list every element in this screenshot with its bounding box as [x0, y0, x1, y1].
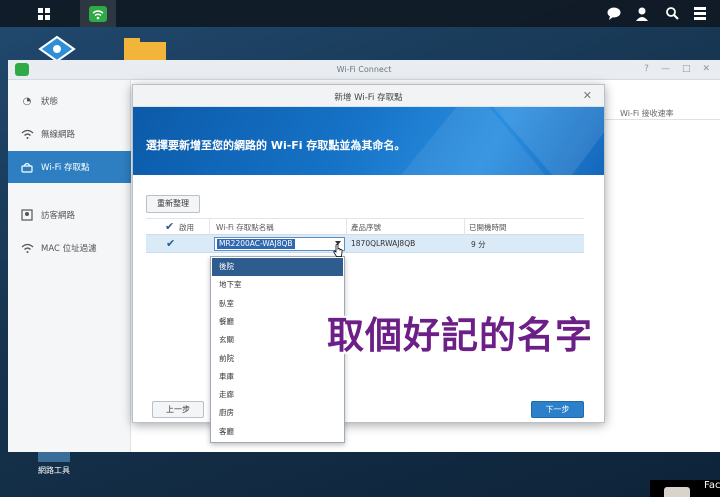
- dialog-titlebar[interactable]: 新增 Wi-Fi 存取點 ✕: [133, 85, 604, 107]
- dropdown-option[interactable]: 車庫: [212, 368, 343, 386]
- dialog-banner: 選擇要新增至您的網路的 Wi-Fi 存取點並為其命名。: [133, 107, 604, 175]
- chat-icon[interactable]: [601, 0, 627, 27]
- mac-filter-icon: [20, 242, 34, 254]
- refresh-button[interactable]: 重新整理: [146, 195, 200, 213]
- column-header-uptime: 已開機時間: [469, 223, 507, 232]
- dropdown-option[interactable]: 後院: [212, 258, 343, 277]
- enable-checkbox[interactable]: ✔: [166, 238, 178, 250]
- add-access-point-dialog: 新增 Wi-Fi 存取點 ✕ 選擇要新增至您的網路的 Wi-Fi 存取點並為其命…: [132, 84, 605, 423]
- column-header-serial: 產品序號: [351, 223, 381, 232]
- dropdown-option[interactable]: 餐廳: [212, 313, 343, 331]
- dropdown-option[interactable]: 前院: [212, 350, 343, 368]
- sidebar: ◔ 狀態 無線網路 Wi-Fi 存取點 訪客網路 MAC 位址過濾: [8, 80, 131, 452]
- dropdown-option[interactable]: 廚房: [212, 404, 343, 422]
- dialog-title: 新增 Wi-Fi 存取點: [334, 93, 403, 103]
- dropdown-option[interactable]: 走廊: [212, 386, 343, 404]
- column-header-name: Wi-Fi 存取點名稱: [216, 223, 274, 232]
- sidebar-item-wireless[interactable]: 無線網路: [8, 118, 131, 150]
- uptime-cell: 9 分: [471, 240, 486, 249]
- sidebar-item-status[interactable]: ◔ 狀態: [8, 85, 131, 117]
- sidebar-item-label: 訪客網路: [41, 211, 76, 221]
- network-tools-desktop-icon[interactable]: 網路工具: [24, 452, 84, 476]
- sidebar-item-label: 狀態: [41, 97, 59, 107]
- network-desktop-icon[interactable]: [34, 35, 80, 63]
- access-point-icon: [20, 161, 34, 173]
- next-button[interactable]: 下一步: [531, 401, 584, 418]
- content-column-header: Wi-Fi 接收速率: [620, 109, 674, 118]
- sidebar-item-guest[interactable]: 訪客網路: [8, 199, 131, 231]
- hand-cursor-icon: [333, 244, 343, 257]
- taskbar: [0, 0, 720, 27]
- minimize-icon[interactable]: —: [661, 64, 670, 74]
- person-thumbnail: [664, 487, 690, 497]
- sidebar-item-label: Wi-Fi 存取點: [41, 163, 90, 173]
- column-header-enable: 啟用: [179, 223, 194, 232]
- previous-button[interactable]: 上一步: [152, 401, 204, 418]
- widgets-icon[interactable]: [687, 0, 713, 27]
- access-point-table: ✔ 啟用 Wi-Fi 存取點名稱 產品序號 已開機時間 ✔ MR2200AC-W…: [146, 218, 584, 253]
- name-dropdown-list: 後院 地下室 臥室 餐廳 玄關 前院 車庫 走廊 廚房 客廳: [210, 256, 345, 443]
- window-title: Wi-Fi Connect: [336, 65, 392, 74]
- table-header: ✔ 啟用 Wi-Fi 存取點名稱 產品序號 已開機時間: [146, 218, 584, 236]
- dropdown-option[interactable]: 地下室: [212, 276, 343, 294]
- select-all-checkbox[interactable]: ✔: [165, 221, 177, 233]
- user-icon[interactable]: [629, 0, 655, 27]
- network-tools-label: 網路工具: [38, 466, 70, 475]
- access-point-name-combobox[interactable]: MR2200AC-WAJ8QB: [214, 237, 345, 251]
- dropdown-option[interactable]: 臥室: [212, 295, 343, 313]
- window-titlebar[interactable]: Wi-Fi Connect ? — □ ✕: [8, 60, 720, 80]
- guest-network-icon: [20, 209, 34, 221]
- main-menu-button[interactable]: [24, 0, 64, 27]
- grid-icon: [38, 7, 50, 20]
- banner-text: 選擇要新增至您的網路的 Wi-Fi 存取點並為其命名。: [146, 139, 406, 152]
- wifi-app-icon: [89, 5, 107, 22]
- sidebar-item-label: 無線網路: [41, 130, 76, 140]
- search-icon[interactable]: [659, 0, 685, 27]
- wifi-connect-taskbar-button[interactable]: [80, 0, 116, 27]
- dropdown-option[interactable]: 客廳: [212, 423, 343, 441]
- sidebar-item-label: MAC 位址過濾: [41, 244, 97, 254]
- table-row[interactable]: ✔ MR2200AC-WAJ8QB 1870QLRWAJ8QB 9 分: [146, 235, 584, 253]
- help-icon[interactable]: ?: [644, 64, 649, 74]
- network-tools-icon: [38, 452, 70, 462]
- sidebar-item-access-point[interactable]: Wi-Fi 存取點: [8, 151, 131, 183]
- status-icon: ◔: [22, 95, 32, 107]
- close-icon[interactable]: ✕: [702, 64, 710, 74]
- name-input-value: MR2200AC-WAJ8QB: [217, 239, 295, 249]
- dialog-close-icon[interactable]: ✕: [583, 89, 592, 102]
- facebook-text: Face: [704, 480, 720, 491]
- dropdown-option[interactable]: 玄關: [212, 331, 343, 349]
- overlay-caption: 取個好記的名字: [327, 314, 593, 357]
- maximize-icon[interactable]: □: [682, 64, 691, 74]
- wifi-icon: [20, 128, 34, 140]
- sidebar-item-mac-filter[interactable]: MAC 位址過濾: [8, 232, 131, 264]
- serial-cell: 1870QLRWAJ8QB: [351, 239, 416, 248]
